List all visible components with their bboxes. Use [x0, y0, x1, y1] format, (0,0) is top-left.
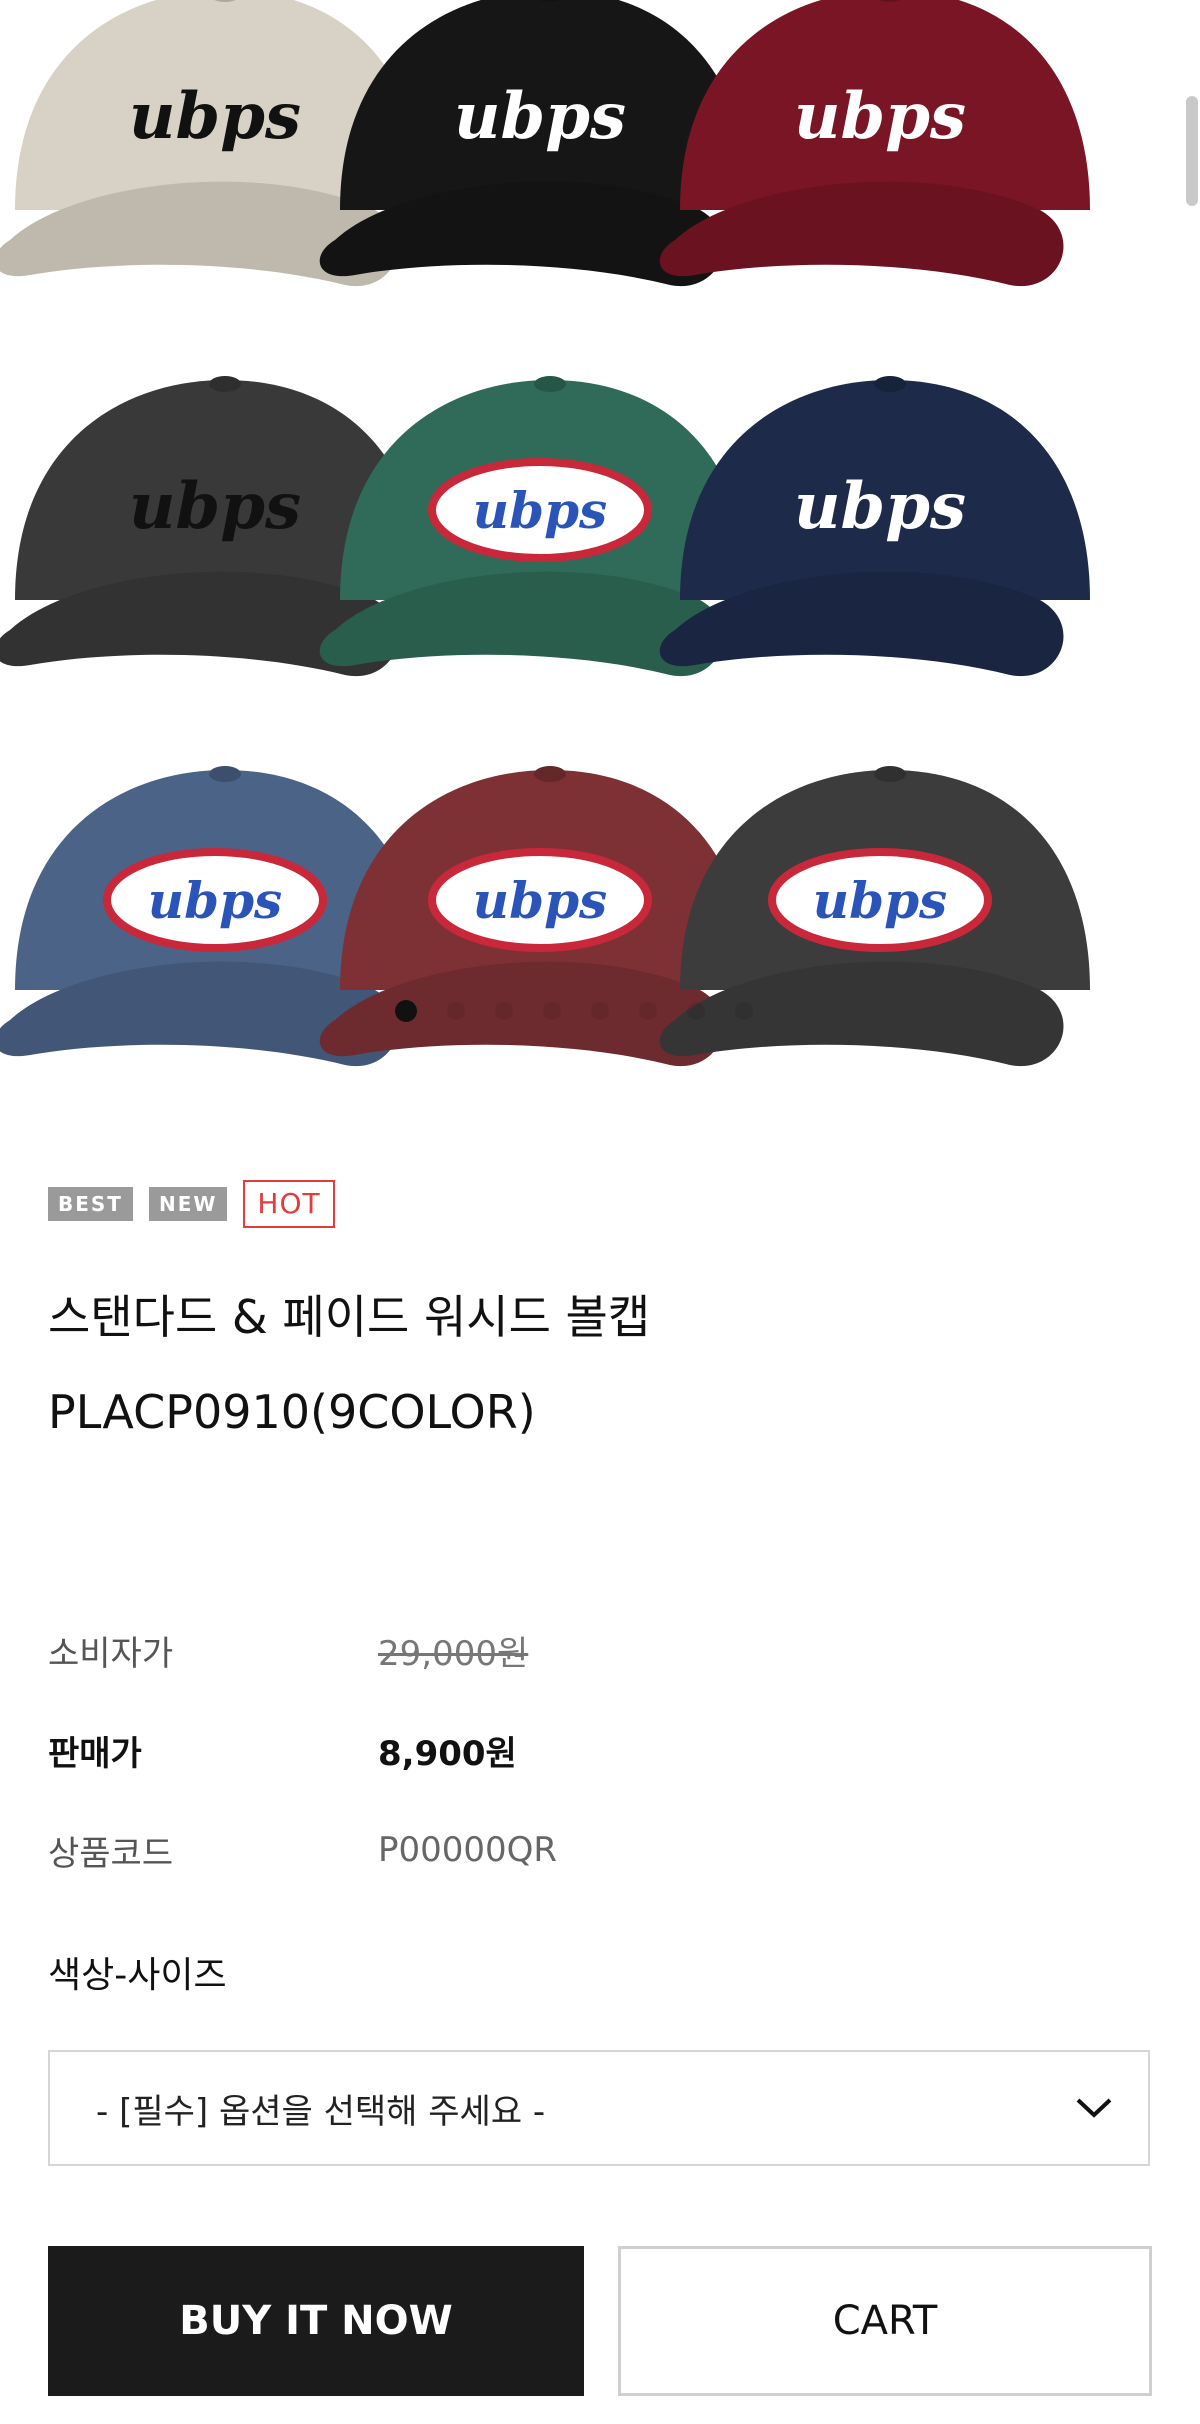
cart-button[interactable]: CART — [618, 2246, 1152, 2396]
cap-logo: ubps — [794, 79, 966, 154]
option-select-value: - [필수] 옵션을 선택해 주세요 - — [96, 2091, 546, 2132]
slide-dot-8[interactable] — [735, 1002, 753, 1020]
msrp-row: 소비자가 29,000원 — [48, 1600, 1148, 1700]
slide-dot-1[interactable] — [395, 1000, 417, 1022]
option-label: 색상-사이즈 — [48, 1955, 227, 1996]
chevron-down-icon — [1076, 2098, 1112, 2118]
slide-dot-7[interactable] — [687, 1002, 705, 1020]
slide-dot-6[interactable] — [639, 1002, 657, 1020]
msrp-value: 29,000원 — [378, 1633, 529, 1674]
product-image-gallery[interactable]: ubps ubps ubps ubps ubps ubps ubps ubps ubps — [0, 0, 1200, 1090]
product-title-line1: 스탠다드 & 페이드 워시드 볼캡 — [48, 1290, 651, 1344]
best-badge: BEST — [48, 1187, 133, 1221]
cap-logo: ubps — [454, 79, 626, 154]
product-code-row: 상품코드 P00000QR — [48, 1800, 1148, 1900]
slide-dot-3[interactable] — [495, 1002, 513, 1020]
cap-logo: ubps — [473, 481, 607, 540]
cap-3: ubps — [659, 0, 1090, 287]
buy-now-button[interactable]: BUY IT NOW — [48, 2246, 584, 2396]
cap-logo: ubps — [148, 871, 282, 930]
product-title-line2: PLACP0910(9COLOR) — [48, 1385, 536, 1439]
scrollbar[interactable] — [1186, 96, 1198, 206]
option-select[interactable]: - [필수] 옵션을 선택해 주세요 - — [48, 2050, 1150, 2166]
slide-dot-4[interactable] — [543, 1002, 561, 1020]
product-info-table: 소비자가 29,000원 판매가 8,900원 상품코드 P00000QR — [48, 1600, 1148, 1900]
cap-logo: ubps — [129, 79, 301, 154]
hot-badge: HOT — [243, 1180, 335, 1228]
msrp-label: 소비자가 — [48, 1633, 174, 1674]
product-title: 스탠다드 & 페이드 워시드 볼캡 PLACP0910(9COLOR) — [48, 1270, 1148, 1460]
price-row: 판매가 8,900원 — [48, 1700, 1148, 1800]
price-label: 판매가 — [48, 1733, 142, 1774]
new-badge: NEW — [148, 1187, 228, 1221]
product-code-label: 상품코드 — [48, 1833, 174, 1874]
cap-logo: ubps — [473, 871, 607, 930]
product-image: ubps ubps ubps ubps ubps ubps ubps ubps ubps — [0, 0, 1090, 1067]
cap-6: ubps — [659, 376, 1090, 677]
price-value: 8,900원 — [378, 1733, 517, 1774]
product-badges: BEST NEW HOT — [48, 1180, 335, 1228]
slide-dot-5[interactable] — [591, 1002, 609, 1020]
cap-logo: ubps — [129, 469, 301, 544]
cap-logo: ubps — [794, 469, 966, 544]
product-code-value: P00000QR — [378, 1830, 558, 1870]
cap-logo: ubps — [813, 871, 947, 930]
slide-indicator — [395, 1000, 753, 1022]
slide-dot-2[interactable] — [447, 1002, 465, 1020]
